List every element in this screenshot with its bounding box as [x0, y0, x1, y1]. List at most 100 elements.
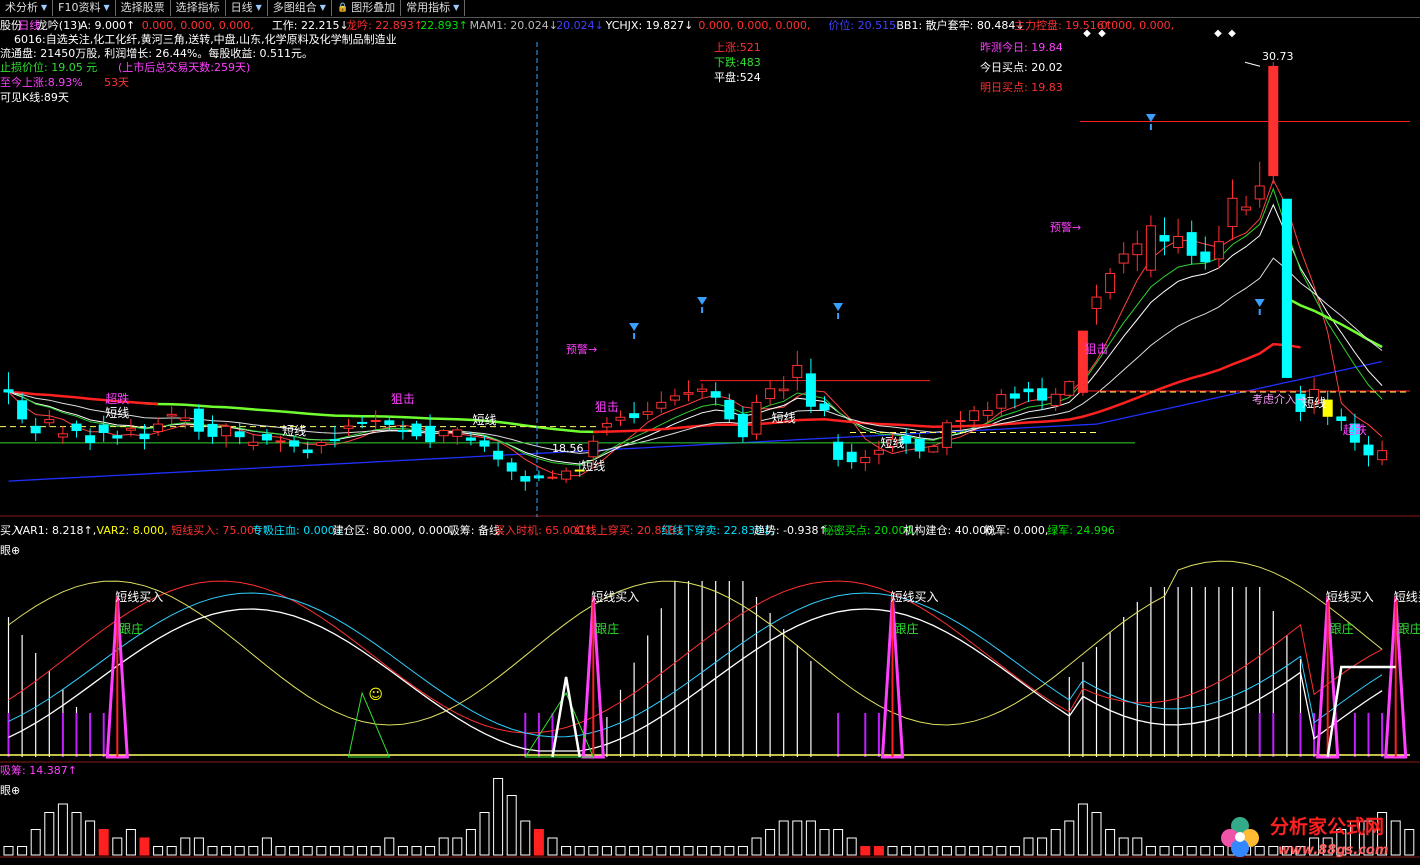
candle: [1132, 230, 1143, 272]
consider-entry-label: 考虑介入→: [1252, 393, 1305, 406]
candle: [438, 428, 449, 443]
volume-bar: [57, 803, 68, 856]
follow-dealer-label: 跟庄: [1330, 621, 1354, 636]
candle: [411, 420, 422, 440]
header-value: 22.893↑: [420, 19, 468, 32]
volume-bar: [697, 846, 708, 856]
candle: [819, 396, 830, 417]
volume-bar: [1118, 837, 1129, 856]
candle-body: [397, 430, 408, 433]
candle: [57, 426, 68, 444]
candle-body: [683, 392, 694, 395]
candle-body: [139, 433, 150, 440]
volume-bar: [792, 820, 803, 856]
warning-label: 预警→: [1050, 220, 1081, 234]
site-logo: 分析家公式网 www.88gs.com: [1218, 808, 1418, 862]
volume-bar: [3, 846, 14, 856]
candle: [1363, 436, 1374, 467]
smiley-icon: ☺: [368, 687, 383, 703]
candle: [3, 372, 14, 405]
candle-body: [724, 399, 735, 420]
candle: [166, 406, 177, 425]
volume-bar: [1105, 829, 1116, 856]
toolbar-button-2[interactable]: 选择股票: [116, 0, 171, 16]
short-buy-label: 短线买入: [115, 590, 163, 604]
down-arrow-icon: [697, 297, 708, 305]
volume-bar: [520, 820, 531, 856]
candle-body: [493, 450, 504, 460]
volume-bar: [615, 846, 626, 856]
volume-bar: [765, 829, 776, 856]
candle-body: [1363, 444, 1374, 456]
volume-bar: [1200, 846, 1211, 856]
volume-bar: [289, 846, 300, 856]
candle: [656, 391, 667, 413]
toolbar-button-1[interactable]: F10资料 ▼: [53, 0, 116, 16]
rise-text: 至今上涨:8.93%: [0, 75, 83, 89]
volume-bar: [710, 846, 721, 856]
candle: [1105, 267, 1116, 300]
candle: [996, 389, 1007, 416]
candle-body: [125, 427, 136, 431]
candle-body: [17, 400, 28, 420]
candle: [1173, 218, 1184, 254]
volume-bar: [1037, 837, 1048, 856]
candle-body: [1050, 393, 1061, 407]
candle-body: [846, 451, 857, 463]
header-value: 0.000, 0.000,: [1101, 19, 1174, 32]
header-value: 工作: 22.215↓: [272, 19, 349, 32]
candle: [533, 470, 544, 482]
volume-bar: [629, 846, 640, 856]
snipe-label: 狙击: [595, 400, 619, 414]
candle: [1268, 62, 1279, 184]
candle: [1254, 161, 1265, 208]
candle-body: [248, 441, 259, 446]
toolbar-button-7[interactable]: 常用指标 ▼: [401, 0, 466, 16]
volume-bar: [778, 820, 789, 856]
volume-bar: [1009, 846, 1020, 856]
candle-body: [1132, 243, 1143, 256]
candle-body: [153, 423, 164, 433]
yesterday-forecast-text: 昨测今日: 19.84: [980, 40, 1063, 54]
volume-bar: [370, 846, 381, 856]
candle-body: [982, 409, 993, 416]
toolbar-button-6[interactable]: 🔒 图形叠加: [332, 0, 402, 16]
candle-body: [928, 445, 939, 453]
candle: [928, 444, 939, 454]
candle-body: [261, 433, 272, 441]
toolbar-button-0[interactable]: 术分析 ▼: [0, 0, 54, 16]
volume-bar: [1159, 846, 1170, 856]
candle-body: [234, 431, 245, 438]
volume-bar: [302, 846, 313, 856]
candle-body: [44, 419, 55, 424]
volume-header-text: 吸筹: 14.387↑: [0, 763, 77, 777]
candle-body: [1145, 225, 1156, 271]
down-arrow-icon: [833, 303, 844, 311]
candle-body: [207, 423, 218, 437]
candle: [1377, 440, 1388, 466]
logo-url: www.88gs.com: [1278, 843, 1388, 858]
candle-body: [601, 422, 612, 428]
volume-bar: [914, 846, 925, 856]
follow-dealer-label: 跟庄: [119, 621, 143, 636]
candle-body: [85, 435, 96, 444]
toolbar-button-3[interactable]: 选择指标: [171, 0, 226, 16]
toolbar: 术分析 ▼ F10资料 ▼ 选择股票 选择指标 日线 ▼ 多图组合 ▼ 🔒 图形叠加 常用指标 ▼: [0, 0, 1420, 18]
candle-body: [425, 425, 436, 443]
volume-bar: [928, 846, 939, 856]
candle-body: [1227, 197, 1238, 227]
toolbar-button-5[interactable]: 多图组合 ▼: [268, 0, 332, 16]
indicator-cyan-line: [8, 592, 1383, 738]
candle: [30, 417, 41, 441]
candle: [751, 394, 762, 440]
volume-bar: [996, 846, 1007, 856]
flower-icon: [1221, 817, 1259, 857]
indicator-value: 秘密买点: 20.000,: [823, 523, 916, 537]
candle: [71, 420, 82, 438]
volume-bar: [316, 846, 327, 856]
volume-bar: [901, 846, 912, 856]
candle-body: [520, 476, 531, 482]
candle: [493, 442, 504, 467]
toolbar-button-4[interactable]: 日线 ▼: [226, 0, 268, 16]
candle-body: [302, 449, 313, 454]
